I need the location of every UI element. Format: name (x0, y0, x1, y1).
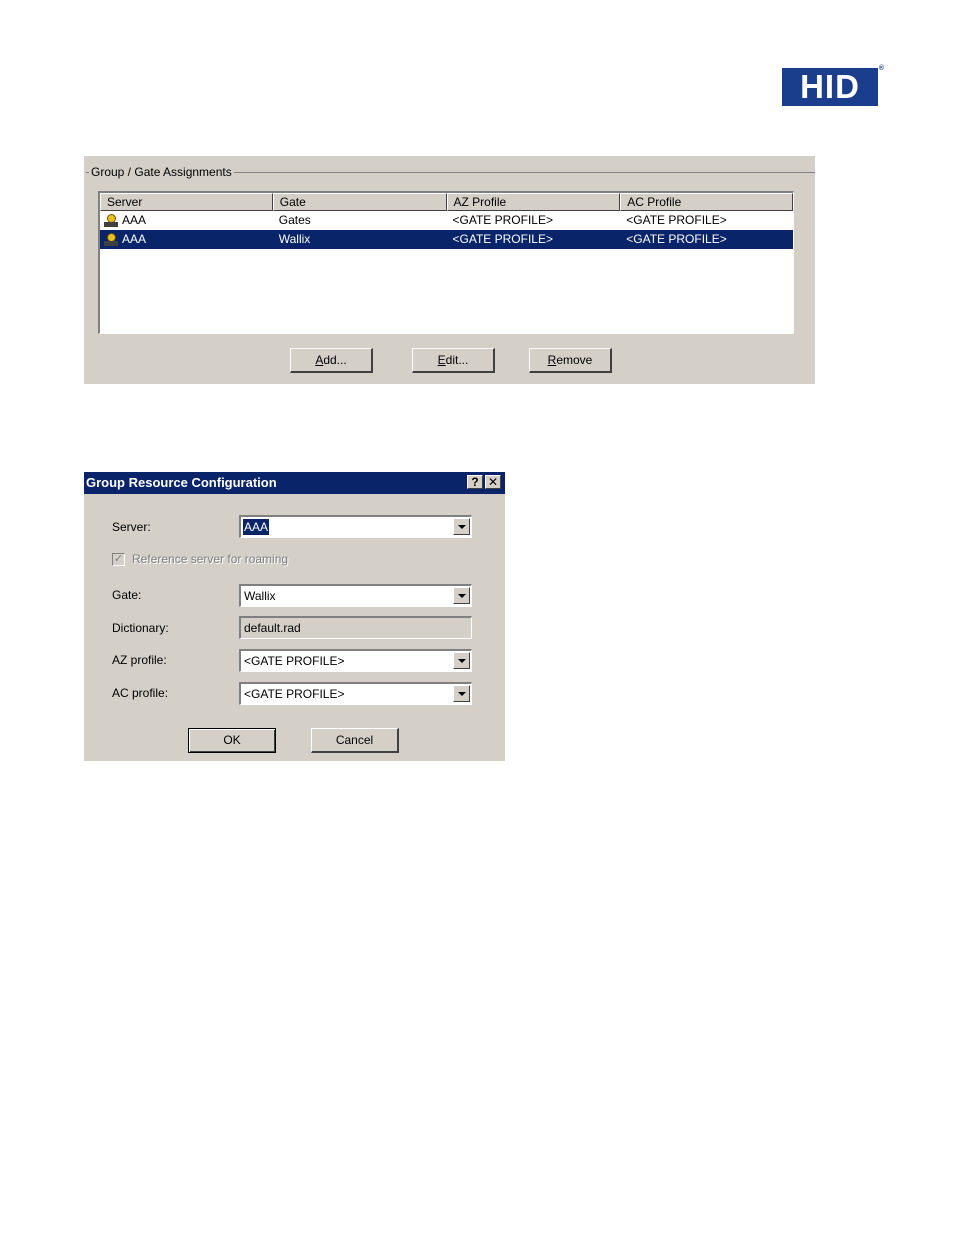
listview-header: Server Gate AZ Profile AC Profile (100, 193, 793, 211)
cell-az-profile: <GATE PROFILE> (452, 213, 553, 227)
server-user-icon (104, 232, 120, 247)
column-header-ac-profile[interactable]: AC Profile (620, 193, 793, 211)
column-header-gate[interactable]: Gate (272, 193, 447, 211)
server-combo[interactable]: AAA (239, 515, 472, 538)
dialog-title: Group Resource Configuration (86, 475, 277, 490)
help-icon[interactable]: ? (467, 475, 483, 489)
hid-logo-text: HID (800, 68, 860, 105)
server-user-icon (104, 213, 120, 228)
gate-label: Gate: (112, 588, 142, 602)
cell-ac-profile: <GATE PROFILE> (626, 213, 727, 227)
registered-mark: ® (878, 65, 885, 72)
group-box-label: Group / Gate Assignments (89, 165, 234, 179)
dialog-titlebar[interactable]: Group Resource Configuration ? ✕ (84, 472, 505, 494)
cancel-button[interactable]: Cancel (311, 728, 399, 753)
table-row[interactable]: AAA Gates <GATE PROFILE> <GATE PROFILE> (100, 211, 793, 230)
az-profile-label: AZ profile: (112, 653, 167, 667)
az-profile-value: <GATE PROFILE> (244, 654, 345, 668)
chevron-down-icon[interactable] (453, 685, 470, 702)
server-text: AAA (122, 213, 147, 227)
add-button[interactable]: Add... (290, 348, 373, 373)
gate-value: Wallix (244, 589, 276, 603)
az-profile-combo[interactable]: <GATE PROFILE> (239, 649, 472, 672)
cell-ac-profile: <GATE PROFILE> (626, 232, 727, 246)
reference-server-checkbox: ✓ (112, 552, 125, 566)
ac-profile-value: <GATE PROFILE> (244, 687, 345, 701)
ac-profile-combo[interactable]: <GATE PROFILE> (239, 682, 472, 705)
group-gate-assignments-panel: Group / Gate Assignments Server Gate AZ … (84, 156, 815, 384)
table-row-selected[interactable]: AAA Wallix <GATE PROFILE> <GATE PROFILE> (100, 230, 793, 249)
hid-logo: HID ® (782, 65, 884, 106)
reference-server-label: Reference server for roaming (132, 552, 289, 566)
server-label: Server: (112, 520, 151, 534)
edit-button[interactable]: Edit... (412, 348, 495, 373)
close-icon[interactable]: ✕ (485, 475, 501, 489)
chevron-down-icon[interactable] (453, 518, 470, 535)
column-header-server[interactable]: Server (100, 193, 273, 211)
ok-button[interactable]: OK (188, 728, 276, 753)
column-header-az-profile[interactable]: AZ Profile (446, 193, 621, 211)
chevron-down-icon[interactable] (453, 587, 470, 604)
server-value: AAA (241, 518, 271, 536)
ac-profile-label: AC profile: (112, 686, 169, 700)
cell-gate: Gates (278, 213, 311, 227)
dictionary-label: Dictionary: (112, 621, 169, 635)
group-resource-configuration-dialog: Group Resource Configuration ? ✕ Server:… (84, 472, 505, 761)
cell-server: AAA (100, 211, 273, 230)
dictionary-field: default.rad (239, 616, 472, 639)
server-text: AAA (122, 232, 147, 246)
cell-server: AAA (100, 230, 273, 249)
dictionary-value: default.rad (244, 621, 301, 635)
cell-az-profile: <GATE PROFILE> (452, 232, 553, 246)
chevron-down-icon[interactable] (453, 652, 470, 669)
reference-server-checkbox-row: ✓ Reference server for roaming (112, 552, 288, 566)
gate-combo[interactable]: Wallix (239, 584, 472, 607)
remove-button[interactable]: Remove (529, 348, 612, 373)
assignments-listview[interactable]: Server Gate AZ Profile AC Profile AAA Ga… (98, 191, 794, 334)
cell-gate: Wallix (278, 232, 311, 246)
